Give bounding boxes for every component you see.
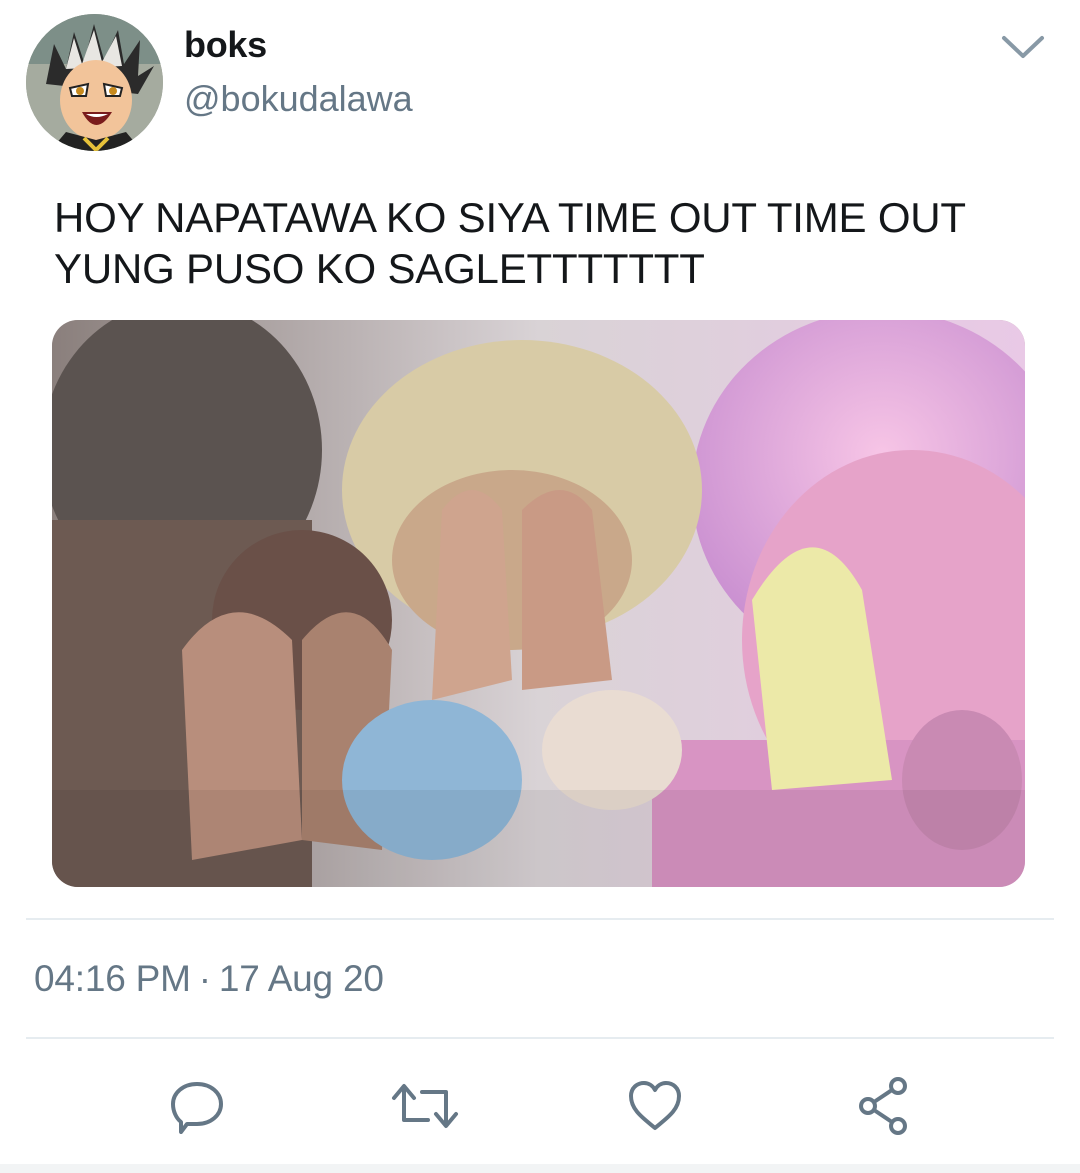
share-button[interactable] (849, 1074, 919, 1138)
tweet-media[interactable] (52, 320, 1025, 887)
share-icon (859, 1077, 907, 1135)
tweet-time: 04:16 PM (34, 958, 191, 999)
tweet-date: 17 Aug 20 (218, 958, 384, 999)
tweet-actions (0, 1060, 1080, 1150)
reply-icon (171, 1082, 223, 1134)
author-display-name[interactable]: boks (184, 24, 267, 66)
retweet-button[interactable] (390, 1074, 460, 1138)
tweet-header: boks @bokudalawa (0, 0, 1080, 170)
like-button[interactable] (620, 1074, 690, 1138)
chevron-down-icon[interactable] (1000, 30, 1046, 62)
meme-image (52, 320, 1025, 887)
heart-icon (629, 1081, 681, 1130)
divider (26, 1037, 1054, 1039)
tweet-text: HOY NAPATAWA KO SIYA TIME OUT TIME OUT Y… (54, 194, 966, 292)
author-handle[interactable]: @bokudalawa (184, 78, 413, 120)
retweet-icon (392, 1084, 458, 1128)
avatar[interactable] (26, 14, 163, 151)
tweet-timestamp[interactable]: 04:16 PM · 17 Aug 20 (34, 958, 384, 1000)
separator: · (198, 958, 211, 999)
divider (26, 918, 1054, 920)
bottom-divider (0, 1164, 1080, 1173)
reply-button[interactable] (162, 1074, 232, 1138)
avatar-image (26, 14, 163, 151)
